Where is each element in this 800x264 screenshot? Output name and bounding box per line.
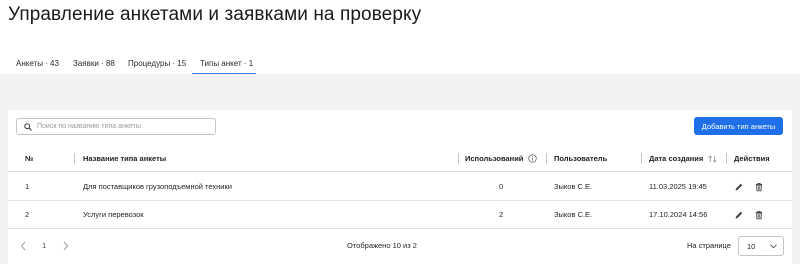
column-divider [726, 153, 727, 164]
cell-name[interactable]: Для поставщиков грузоподъемной техники [83, 173, 232, 201]
header-usage: Использований [465, 145, 538, 172]
edit-icon[interactable] [734, 210, 744, 220]
search-icon [24, 122, 32, 131]
page-number[interactable]: 1 [42, 240, 46, 252]
column-divider [458, 153, 459, 164]
info-icon[interactable] [528, 154, 538, 163]
per-page-label: На странице [687, 241, 731, 250]
prev-page-icon[interactable] [19, 240, 28, 252]
next-page-icon[interactable] [61, 240, 70, 252]
types-table-card: Добавить тип анкеты № Название типа анке… [8, 110, 792, 264]
header-number: № [25, 154, 34, 163]
table-header: № Название типа анкеты Использований Пол… [8, 145, 792, 172]
sort-icon[interactable] [708, 154, 717, 163]
page-title: Управление анкетами и заявками на провер… [8, 4, 422, 25]
cell-date: 11.03.2025 19:45 [649, 182, 707, 191]
header-date-label: Дата создания [649, 154, 704, 163]
column-divider [546, 153, 547, 164]
per-page-value: 10 [747, 242, 756, 251]
header-user: Пользователь [554, 154, 608, 163]
header-usage-label: Использований [465, 154, 524, 163]
cell-number: 1 [25, 182, 30, 191]
shown-count: Отображено 10 из 2 [347, 241, 417, 250]
delete-icon[interactable] [754, 210, 764, 220]
edit-icon[interactable] [734, 182, 744, 192]
header-date[interactable]: Дата создания [649, 145, 717, 172]
search-input[interactable] [37, 123, 207, 130]
header-actions: Действия [734, 154, 770, 163]
pagination: 1 Отображено 10 из 2 На странице 10 [8, 236, 792, 258]
cell-date: 17.10.2024 14:56 [649, 210, 708, 219]
tab-questionnaires[interactable]: Анкеты · 43 [8, 58, 65, 75]
cell-usage: 0 [499, 182, 504, 191]
table-row: 2 Услуги перевозок 2 Зыков С.Е. 17.10.20… [8, 201, 792, 229]
tab-questionnaire-types[interactable]: Типы анкет · 1 [192, 58, 256, 75]
delete-icon[interactable] [754, 182, 764, 192]
column-divider [641, 153, 642, 164]
header-name: Название типа анкеты [83, 154, 167, 163]
cell-name[interactable]: Услуги перевозок [83, 201, 144, 229]
per-page-select[interactable]: 10 [738, 236, 784, 256]
cell-number: 2 [25, 210, 30, 219]
add-questionnaire-type-button[interactable]: Добавить тип анкеты [694, 117, 783, 135]
column-divider [74, 153, 75, 164]
cell-user: Зыков С.Е. [554, 210, 593, 219]
cell-user: Зыков С.Е. [554, 182, 593, 191]
table-row: 1 Для поставщиков грузоподъемной техники… [8, 173, 792, 201]
chevron-down-icon [770, 244, 777, 249]
cell-usage: 2 [499, 210, 504, 219]
tab-applications[interactable]: Заявки · 88 [65, 58, 120, 75]
search-field[interactable] [16, 118, 216, 135]
tab-procedures[interactable]: Процедуры · 15 [120, 58, 192, 75]
